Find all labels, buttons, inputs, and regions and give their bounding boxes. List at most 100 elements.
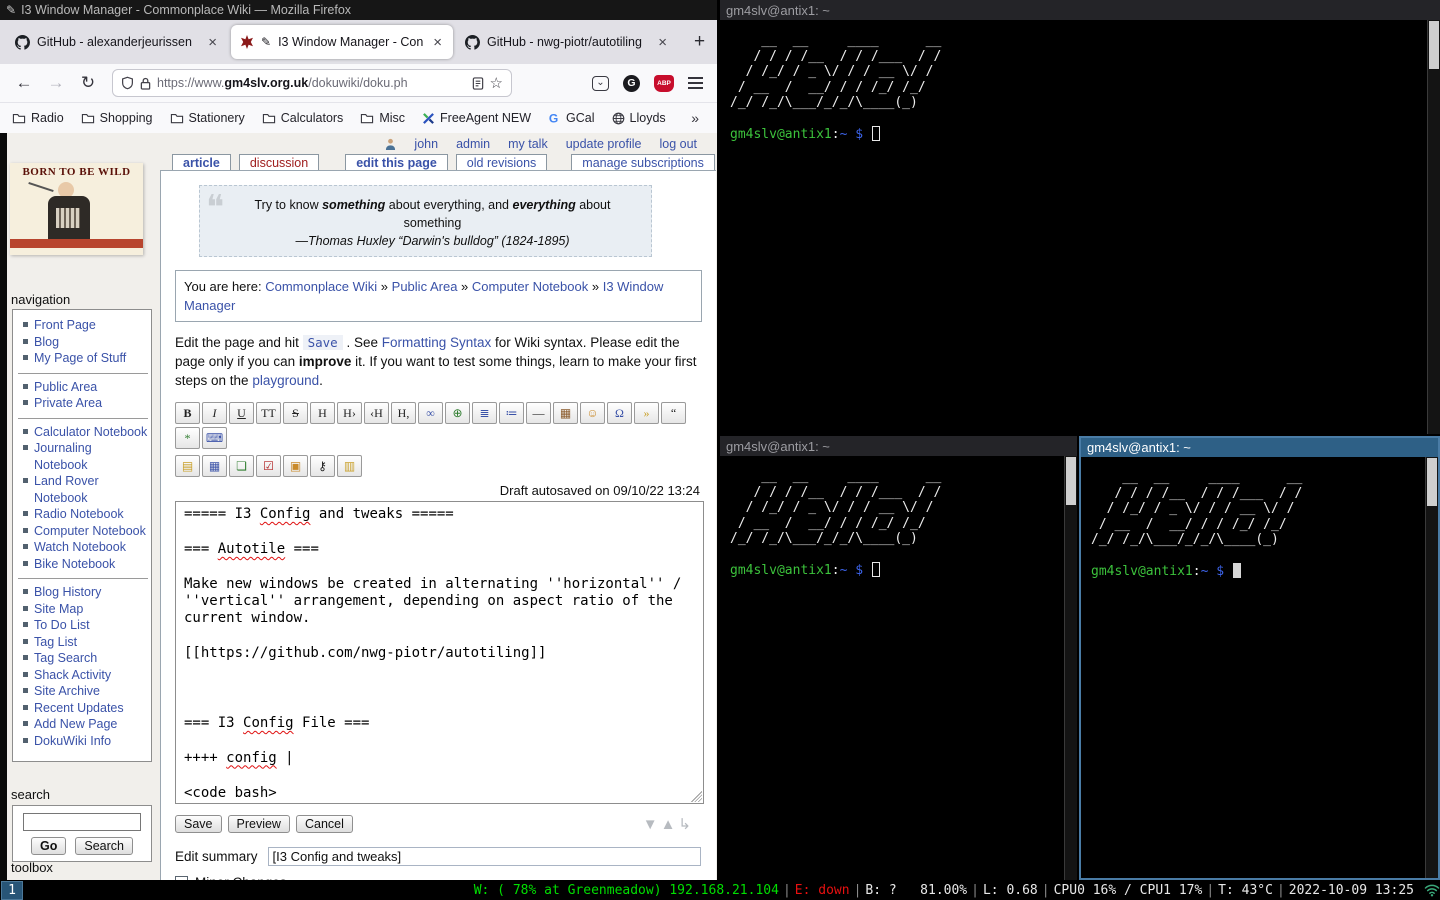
sidebar-item-public-area[interactable]: Public Area (18, 379, 148, 396)
nav-link[interactable]: Add New Page (34, 717, 117, 731)
sidebar-item-blog-history[interactable]: Blog History (18, 584, 148, 601)
toolbar-strikethrough-button[interactable]: S (283, 402, 308, 424)
toolbar-underline-button[interactable]: U (229, 402, 254, 424)
nav-link[interactable]: Front Page (34, 318, 96, 332)
terminal-titlebar[interactable]: gm4slv@antix1: ~ (720, 0, 1440, 20)
toolbar-key-button[interactable]: ⚷ (310, 455, 335, 477)
toolbar-lock-button[interactable]: ▥ (337, 455, 362, 477)
tab-close-button[interactable]: × (431, 34, 444, 51)
nav-link[interactable]: Land Rover Notebook (34, 474, 99, 505)
toolbar-keyboard-button[interactable]: ⌨ (202, 427, 227, 449)
save-button[interactable]: Save (175, 815, 222, 833)
sidebar-item-radio-notebook[interactable]: Radio Notebook (18, 506, 148, 523)
user-link-john[interactable]: john (414, 137, 438, 151)
sidebar-item-site-archive[interactable]: Site Archive (18, 683, 148, 700)
textarea-resize-handle[interactable] (691, 791, 702, 802)
terminal-titlebar[interactable]: gm4slv@antix1: ~ (720, 436, 1077, 456)
toolbar-blockquote-button[interactable]: “ (661, 402, 686, 424)
sidebar-item-dokuwiki-info[interactable]: DokuWiki Info (18, 733, 148, 750)
search-input[interactable] (23, 813, 141, 831)
nav-link[interactable]: Public Area (34, 380, 97, 394)
nav-link[interactable]: Bike Notebook (34, 557, 115, 571)
toolbar-indexmenu-button[interactable]: » (634, 402, 659, 424)
nav-link[interactable]: Computer Notebook (34, 524, 146, 538)
toolbar-ordered-list-button[interactable]: ≣ (472, 402, 497, 424)
cancel-button[interactable]: Cancel (296, 815, 353, 833)
terminal-body[interactable]: __ __ ____ __ / / / /__ / / /___ / / / /… (1081, 457, 1438, 878)
breadcrumb-link[interactable]: Commonplace Wiki (265, 279, 377, 294)
sidebar-item-watch-notebook[interactable]: Watch Notebook (18, 539, 148, 556)
nav-link[interactable]: Shack Activity (34, 668, 111, 682)
inline-link[interactable]: Formatting Syntax (382, 335, 492, 350)
nav-link[interactable]: Tag Search (34, 651, 97, 665)
nav-link[interactable]: Watch Notebook (34, 540, 126, 554)
sidebar-item-tag-search[interactable]: Tag Search (18, 650, 148, 667)
adblock-plus-icon[interactable]: ABP (654, 75, 674, 92)
toolbar-external-link-button[interactable]: ⊕ (445, 402, 470, 424)
sidebar-item-blog[interactable]: Blog (18, 334, 148, 351)
site-logo[interactable]: BORN TO BE WILD (10, 163, 143, 255)
preview-button[interactable]: Preview (228, 815, 290, 833)
terminal-scrollbar[interactable] (1425, 457, 1438, 878)
bookmark-item[interactable]: Shopping (81, 111, 153, 125)
sidebar-item-calculator-notebook[interactable]: Calculator Notebook (18, 424, 148, 441)
toolbar-todo-checkbox-button[interactable]: ☑ (256, 455, 281, 477)
bookmark-item[interactable]: Calculators (262, 111, 344, 125)
sidebar-item-site-map[interactable]: Site Map (18, 601, 148, 618)
breadcrumb-link[interactable]: Public Area (392, 279, 458, 294)
terminal-body[interactable]: __ __ ____ __ / / / /__ / / /___ / / / /… (720, 456, 1077, 880)
user-link-my-talk[interactable]: my talk (508, 137, 548, 151)
terminal-window-focused[interactable]: gm4slv@antix1: ~ __ __ ____ __ / / / /__… (1079, 436, 1440, 880)
browser-tab-2[interactable]: GitHub - nwg-piotr/autotiling× (456, 25, 678, 59)
nav-link[interactable]: Site Map (34, 602, 83, 616)
new-tab-button[interactable]: + (688, 31, 711, 53)
sidebar-item-land-rover-notebook[interactable]: Land Rover Notebook (18, 473, 148, 506)
sidebar-item-bike-notebook[interactable]: Bike Notebook (18, 556, 148, 573)
sidebar-item-journaling-notebook[interactable]: Journaling Notebook (18, 440, 148, 473)
user-link-admin[interactable]: admin (456, 137, 490, 151)
toolbar-special-chars-button[interactable]: Ω (607, 402, 632, 424)
reader-mode-icon[interactable] (472, 77, 484, 90)
workspace-button-1[interactable]: 1 (1, 881, 23, 900)
nav-link[interactable]: Private Area (34, 396, 102, 410)
url-bar[interactable]: https://www.gm4slv.org.uk/dokuwiki/doku.… (112, 69, 512, 97)
nav-link[interactable]: Site Archive (34, 684, 100, 698)
back-button[interactable]: ← (10, 73, 38, 93)
nav-link[interactable]: Calculator Notebook (34, 425, 147, 439)
nav-link[interactable]: Radio Notebook (34, 507, 124, 521)
sidebar-item-to-do-list[interactable]: To Do List (18, 617, 148, 634)
bookmark-star-icon[interactable]: ☆ (490, 74, 503, 92)
browser-tab-1[interactable]: ✎I3 Window Manager - Con× (231, 25, 453, 59)
edit-summary-input[interactable] (268, 847, 701, 866)
wikitext-editor[interactable]: ===== I3 Config and tweaks ===== === Aut… (175, 501, 704, 804)
bookmark-item[interactable]: GGCal (548, 111, 594, 125)
edit-jump-icons[interactable]: ▼▲↳ (643, 815, 708, 833)
toolbar-unordered-list-button[interactable]: ≔ (499, 402, 524, 424)
breadcrumb-link[interactable]: Computer Notebook (472, 279, 588, 294)
nav-link[interactable]: To Do List (34, 618, 90, 632)
bookmark-item[interactable]: Lloyds (612, 111, 666, 125)
toolbar-horizontal-rule-button[interactable]: ― (526, 402, 551, 424)
toolbar-monospace-button[interactable]: TT (256, 402, 281, 424)
nav-link[interactable]: Blog History (34, 585, 101, 599)
user-link-log-out[interactable]: log out (659, 137, 697, 151)
nav-link[interactable]: My Page of Stuff (34, 351, 126, 365)
go-button[interactable]: Go (31, 837, 66, 855)
g-extension-icon[interactable]: G (623, 75, 640, 92)
firefox-window-titlebar[interactable]: ✎ I3 Window Manager - Commonplace Wiki —… (0, 0, 717, 20)
toolbar-edittable-button[interactable]: ▦ (202, 455, 227, 477)
toolbar-bold-button[interactable]: B (175, 402, 200, 424)
menu-button[interactable] (688, 74, 703, 92)
sidebar-item-my-page-of-stuff[interactable]: My Page of Stuff (18, 350, 148, 367)
nav-link[interactable]: Blog (34, 335, 59, 349)
nav-link[interactable]: Recent Updates (34, 701, 124, 715)
bookmark-item[interactable]: FreeAgent NEW (422, 111, 531, 125)
toolbar-smiley-button[interactable]: ☺ (580, 402, 605, 424)
toolbar-internal-link-button[interactable]: ∞ (418, 402, 443, 424)
toolbar-italic-button[interactable]: I (202, 402, 227, 424)
toolbar-headline-lower-button[interactable]: H› (337, 402, 362, 424)
sidebar-item-tag-list[interactable]: Tag List (18, 634, 148, 651)
forward-button[interactable]: → (42, 73, 70, 93)
toolbar-footnote-button[interactable]: * (175, 427, 200, 449)
toolbar-image-button[interactable]: ▦ (553, 402, 578, 424)
